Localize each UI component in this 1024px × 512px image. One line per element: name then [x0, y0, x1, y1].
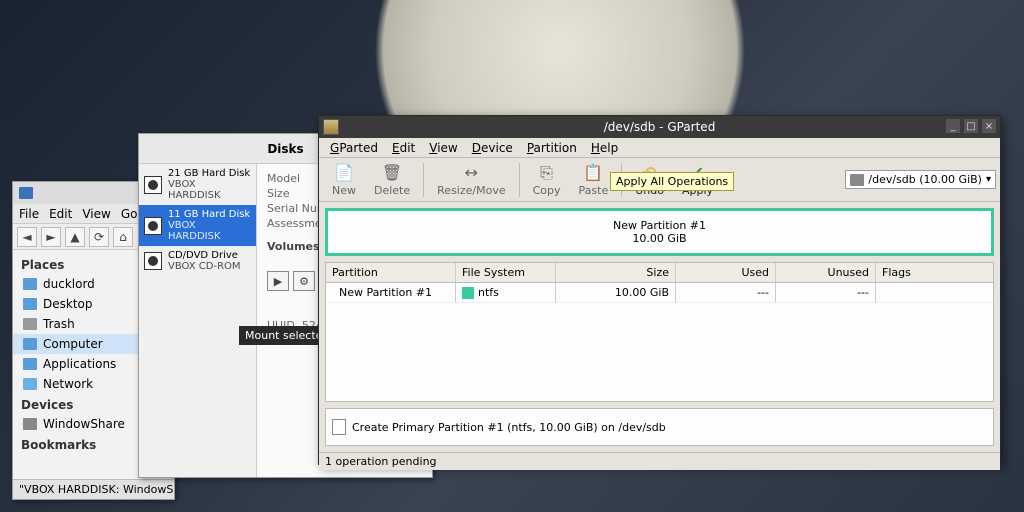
col-used[interactable]: Used — [676, 263, 776, 282]
drive-icon — [23, 418, 37, 430]
graph-partition-size: 10.00 GiB — [632, 232, 686, 245]
disk-name: 21 GB Hard Disk — [168, 168, 251, 179]
pending-operations[interactable]: Create Primary Partition #1 (ntfs, 10.00… — [325, 408, 994, 446]
disk-sub: VBOX HARDDISK — [168, 179, 251, 201]
disk-name: CD/DVD Drive — [168, 250, 241, 261]
cell-size: 10.00 GiB — [556, 283, 676, 302]
fs-color-swatch — [462, 287, 474, 299]
btn-label: Resize/Move — [437, 184, 505, 197]
sidebar-item-label: Computer — [43, 337, 103, 351]
table-header: Partition File System Size Used Unused F… — [326, 263, 993, 283]
home-icon — [23, 278, 37, 290]
apply-tooltip: Apply All Operations — [610, 172, 734, 191]
cell-partition: New Partition #1 — [326, 283, 456, 302]
minimize-button[interactable]: _ — [946, 119, 960, 133]
desktop-icon — [23, 298, 37, 310]
sidebar-item-label: Trash — [43, 317, 75, 331]
menu-device[interactable]: Device — [467, 139, 518, 157]
menu-help[interactable]: Help — [586, 139, 623, 157]
sidebar-item-label: Applications — [43, 357, 116, 371]
copy-button[interactable]: ⎘Copy — [524, 160, 570, 200]
col-partition[interactable]: Partition — [326, 263, 456, 282]
resize-icon: ↔ — [461, 163, 481, 183]
settings-button[interactable]: ⚙ — [293, 271, 315, 291]
folder-icon — [19, 187, 33, 199]
disk-name: 11 GB Hard Disk — [168, 209, 251, 220]
window-title: /dev/sdb - GParted — [604, 120, 716, 134]
disk-row-21gb[interactable]: 21 GB Hard DiskVBOX HARDDISK — [139, 164, 256, 205]
btn-label: Copy — [533, 184, 561, 197]
col-flags[interactable]: Flags — [876, 263, 993, 282]
col-unused[interactable]: Unused — [776, 263, 876, 282]
copy-icon: ⎘ — [537, 163, 557, 183]
device-selector[interactable]: /dev/sdb (10.00 GiB) ▾ — [845, 170, 996, 189]
device-label: /dev/sdb (10.00 GiB) — [868, 173, 982, 186]
gparted-titlebar[interactable]: /dev/sdb - GParted _ □ × — [319, 116, 1000, 138]
harddisk-icon — [850, 174, 864, 186]
disks-device-list: 21 GB Hard DiskVBOX HARDDISK 11 GB Hard … — [139, 164, 257, 477]
page-icon — [332, 419, 346, 435]
computer-icon — [23, 338, 37, 350]
trash-icon — [23, 318, 37, 330]
sidebar-item-label: ducklord — [43, 277, 95, 291]
toolbar-separator — [519, 163, 520, 197]
menu-edit[interactable]: Edit — [49, 207, 72, 221]
btn-label: Paste — [579, 184, 609, 197]
applications-icon — [23, 358, 37, 370]
menu-partition[interactable]: Partition — [522, 139, 582, 157]
disk-sub: VBOX HARDDISK — [168, 220, 251, 242]
gparted-app-icon — [323, 119, 339, 135]
delete-icon: 🗑 — [382, 163, 402, 183]
gparted-statusbar: 1 operation pending — [319, 452, 1000, 470]
menu-edit[interactable]: Edit — [387, 139, 420, 157]
disk-row-11gb[interactable]: 11 GB Hard DiskVBOX HARDDISK — [139, 205, 256, 246]
optical-icon — [144, 252, 162, 270]
gparted-menubar[interactable]: GParted Edit View Device Partition Help — [319, 138, 1000, 158]
col-size[interactable]: Size — [556, 263, 676, 282]
menu-go[interactable]: Go — [121, 207, 138, 221]
delete-button[interactable]: 🗑Delete — [365, 160, 419, 200]
maximize-button[interactable]: □ — [964, 119, 978, 133]
sidebar-item-label: WindowShare — [43, 417, 125, 431]
graph-partition-name: New Partition #1 — [613, 219, 706, 232]
file-manager-statusbar: "VBOX HARDDISK: WindowShare" — [13, 479, 174, 499]
menu-gparted[interactable]: GParted — [325, 139, 383, 157]
resize-move-button[interactable]: ↔Resize/Move — [428, 160, 514, 200]
forward-button[interactable]: ► — [41, 227, 61, 247]
operation-text: Create Primary Partition #1 (ntfs, 10.00… — [352, 421, 666, 434]
new-button[interactable]: 📄New — [323, 160, 365, 200]
harddisk-icon — [144, 217, 162, 235]
cell-unused: --- — [776, 283, 876, 302]
new-icon: 📄 — [334, 163, 354, 183]
menu-view[interactable]: View — [82, 207, 110, 221]
partition-table: Partition File System Size Used Unused F… — [325, 262, 994, 402]
sidebar-item-label: Desktop — [43, 297, 93, 311]
harddisk-icon — [144, 176, 162, 194]
home-button[interactable]: ⌂ — [113, 227, 133, 247]
sidebar-item-label: Network — [43, 377, 93, 391]
mount-button[interactable]: ▶ — [267, 271, 289, 291]
table-row[interactable]: New Partition #1 ntfs 10.00 GiB --- --- — [326, 283, 993, 303]
menu-view[interactable]: View — [424, 139, 462, 157]
paste-icon: 📋 — [583, 163, 603, 183]
menu-file[interactable]: File — [19, 207, 39, 221]
btn-label: New — [332, 184, 356, 197]
disks-title: Disks — [267, 142, 303, 156]
close-button[interactable]: × — [982, 119, 996, 133]
toolbar-separator — [423, 163, 424, 197]
col-filesystem[interactable]: File System — [456, 263, 556, 282]
chevron-down-icon: ▾ — [986, 174, 991, 185]
network-icon — [23, 378, 37, 390]
cell-filesystem: ntfs — [456, 283, 556, 302]
disk-row-cddvd[interactable]: CD/DVD DriveVBOX CD-ROM — [139, 246, 256, 276]
up-button[interactable]: ▲ — [65, 227, 85, 247]
cell-flags — [876, 283, 993, 302]
btn-label: Delete — [374, 184, 410, 197]
disk-sub: VBOX CD-ROM — [168, 261, 241, 272]
back-button[interactable]: ◄ — [17, 227, 37, 247]
cell-used: --- — [676, 283, 776, 302]
reload-button[interactable]: ⟳ — [89, 227, 109, 247]
gparted-window: /dev/sdb - GParted _ □ × GParted Edit Vi… — [318, 115, 1001, 465]
partition-graph[interactable]: New Partition #1 10.00 GiB — [325, 208, 994, 256]
